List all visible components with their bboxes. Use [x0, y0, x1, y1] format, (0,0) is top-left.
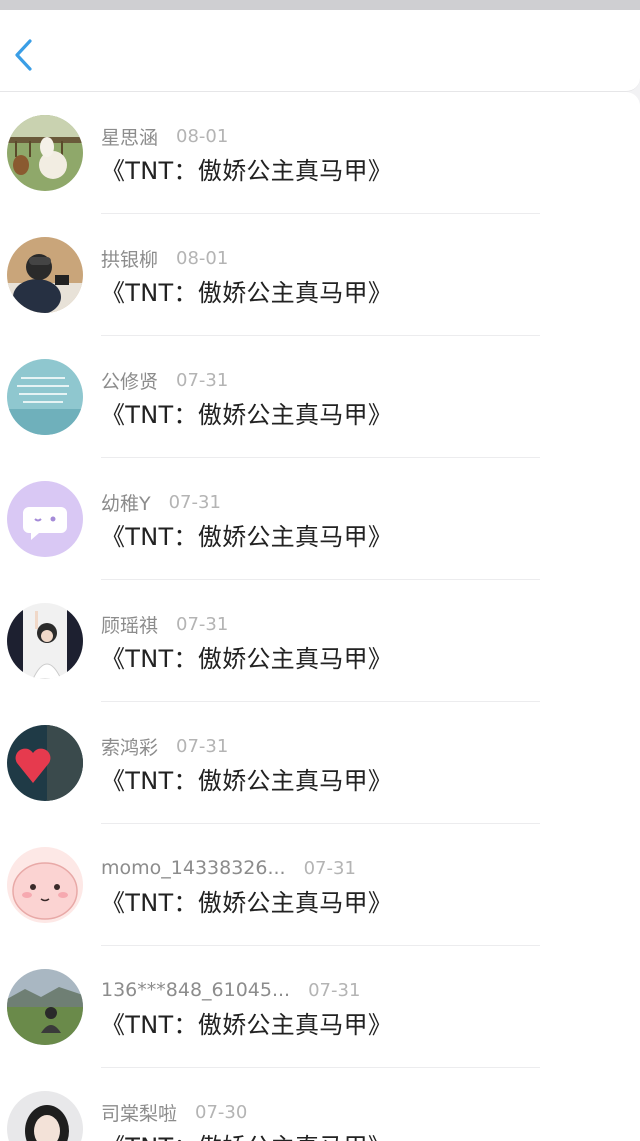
timestamp: 07-31: [303, 857, 356, 879]
book-title[interactable]: 《TNT：傲娇公主真马甲》: [101, 883, 392, 918]
avatar[interactable]: [7, 359, 83, 435]
timestamp: 07-31: [176, 613, 229, 635]
user-name[interactable]: 拱银柳: [101, 245, 158, 272]
list-item[interactable]: 幼稚Y 07-31 《TNT：傲娇公主真马甲》: [0, 458, 640, 580]
nav-header: [0, 10, 640, 92]
book-title[interactable]: 《TNT：傲娇公主真马甲》: [101, 639, 392, 674]
book-title[interactable]: 《TNT：傲娇公主真马甲》: [101, 517, 392, 552]
avatar[interactable]: [7, 969, 83, 1045]
list-item[interactable]: 司棠梨啦 07-30 《TNT：傲娇公主真马甲》: [0, 1068, 640, 1141]
avatar[interactable]: [7, 115, 83, 191]
list-item[interactable]: 星思涵 08-01 《TNT：傲娇公主真马甲》: [0, 92, 640, 214]
avatar[interactable]: [7, 603, 83, 679]
avatar[interactable]: [7, 847, 83, 923]
book-title[interactable]: 《TNT：傲娇公主真马甲》: [101, 395, 392, 430]
timestamp: 07-30: [195, 1101, 248, 1123]
user-name[interactable]: 索鸿彩: [101, 733, 158, 760]
user-name[interactable]: 顾瑶祺: [101, 611, 158, 638]
chevron-left-icon: [15, 39, 32, 71]
avatar[interactable]: [7, 725, 83, 801]
avatar[interactable]: [7, 481, 83, 557]
user-name[interactable]: 公修贤: [101, 367, 158, 394]
list-item[interactable]: 索鸿彩 07-31 《TNT：傲娇公主真马甲》: [0, 702, 640, 824]
timestamp: 07-31: [308, 979, 361, 1001]
book-title[interactable]: 《TNT：傲娇公主真马甲》: [101, 273, 392, 308]
list-item[interactable]: 公修贤 07-31 《TNT：傲娇公主真马甲》: [0, 336, 640, 458]
timestamp: 07-31: [168, 491, 221, 513]
avatar[interactable]: [7, 237, 83, 313]
book-title[interactable]: 《TNT：傲娇公主真马甲》: [101, 1005, 392, 1040]
back-button[interactable]: [4, 30, 44, 80]
list-item[interactable]: 顾瑶祺 07-31 《TNT：傲娇公主真马甲》: [0, 580, 640, 702]
timestamp: 08-01: [176, 247, 229, 269]
book-title[interactable]: 《TNT：傲娇公主真马甲》: [101, 1127, 392, 1141]
avatar[interactable]: [7, 1091, 83, 1141]
timestamp: 07-31: [176, 735, 229, 757]
list-item[interactable]: 拱银柳 08-01 《TNT：傲娇公主真马甲》: [0, 214, 640, 336]
list-item[interactable]: 136***848_61045... 07-31 《TNT：傲娇公主真马甲》: [0, 946, 640, 1068]
comment-list: 星思涵 08-01 《TNT：傲娇公主真马甲》 拱银柳 08-01 《TNT：傲…: [0, 92, 640, 1141]
user-name[interactable]: 幼稚Y: [101, 489, 151, 516]
user-name[interactable]: momo_14338326...: [101, 857, 286, 879]
user-name[interactable]: 136***848_61045...: [101, 979, 290, 1001]
timestamp: 08-01: [176, 125, 229, 147]
book-title[interactable]: 《TNT：傲娇公主真马甲》: [101, 761, 392, 796]
user-name[interactable]: 司棠梨啦: [101, 1099, 177, 1126]
user-name[interactable]: 星思涵: [101, 123, 158, 150]
timestamp: 07-31: [176, 369, 229, 391]
list-item[interactable]: momo_14338326... 07-31 《TNT：傲娇公主真马甲》: [0, 824, 640, 946]
book-title[interactable]: 《TNT：傲娇公主真马甲》: [101, 151, 392, 186]
status-bar: [0, 0, 640, 10]
